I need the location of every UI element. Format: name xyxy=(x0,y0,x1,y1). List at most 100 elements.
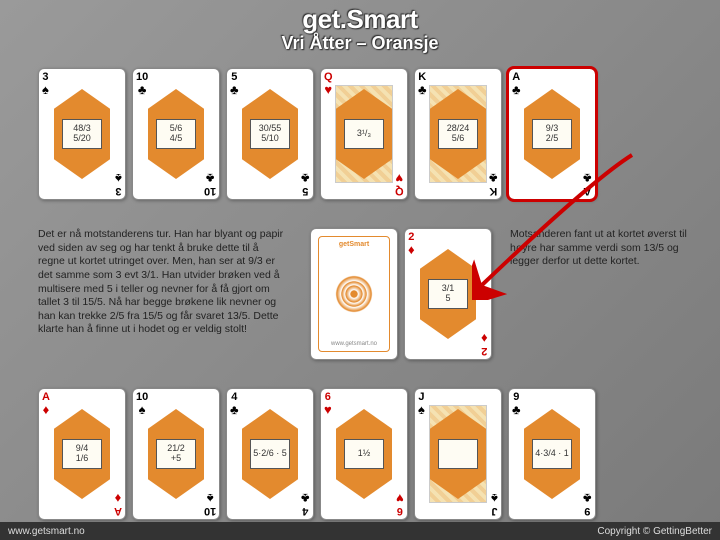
card-corner-top: A♦ xyxy=(42,392,50,416)
card-back[interactable]: getSmartwww.getsmart.no xyxy=(310,228,398,360)
playing-card[interactable]: 5♣30/55 5/105♣ xyxy=(226,68,314,200)
card-corner-top: 2♦ xyxy=(408,232,415,256)
footer-copyright: Copyright © GettingBetter xyxy=(597,526,712,537)
card-corner-top: 6♥ xyxy=(324,392,332,416)
playing-card[interactable]: 4♣5·2/6 · 54♣ xyxy=(226,388,314,520)
card-hex-icon: 9/3 2/5 xyxy=(524,89,580,179)
card-corner-bottom: 5♣ xyxy=(301,172,310,196)
card-rank: J xyxy=(491,505,497,517)
card-center xyxy=(429,405,487,503)
paragraph-left: Det er nå motstanderens tur. Han har bly… xyxy=(38,228,288,337)
card-rank: 2 xyxy=(482,345,488,357)
card-center: 21/2 +5 xyxy=(147,405,205,503)
card-rank: K xyxy=(490,185,498,197)
playing-card[interactable]: J♠J♠ xyxy=(414,388,502,520)
playing-card[interactable]: A♦9/4 1/6A♦ xyxy=(38,388,126,520)
playing-card[interactable]: 9♣ 4·3/4 · 1 9♣ xyxy=(508,388,596,520)
playing-card[interactable]: 2♦3/1 52♦ xyxy=(404,228,492,360)
card-suit-icon: ♣ xyxy=(418,83,427,96)
card-suit-icon: ♣ xyxy=(489,172,498,185)
card-rank: 4 xyxy=(303,505,309,517)
card-corner-top: K♣ xyxy=(418,72,427,96)
card-rank: 3 xyxy=(115,185,121,197)
card-corner-top: Q♥ xyxy=(324,72,333,96)
playing-card[interactable]: 10♠21/2 +510♠ xyxy=(132,388,220,520)
card-fraction: 4·3/4 · 1 xyxy=(532,439,572,469)
card-fraction: 30/55 5/10 xyxy=(250,119,290,149)
card-hex-icon: 30/55 5/10 xyxy=(242,89,298,179)
card-center: 30/55 5/10 xyxy=(241,85,299,183)
playing-card[interactable]: Q♥3¹/₃Q♥ xyxy=(320,68,408,200)
card-suit-icon: ♥ xyxy=(396,492,404,505)
page-subtitle: Vri Åtter – Oransje xyxy=(0,33,720,54)
card-row-mid: getSmartwww.getsmart.no2♦3/1 52♦ xyxy=(310,228,492,360)
card-center: 9/3 2/5 xyxy=(523,85,581,183)
card-suit-icon: ♣ xyxy=(512,83,521,96)
playing-card[interactable]: 10♣ 5/6 4/5 10♣ xyxy=(132,68,220,200)
card-center: 3¹/₃ xyxy=(335,85,393,183)
card-suit-icon: ♣ xyxy=(230,83,239,96)
card-rank: 10 xyxy=(204,185,216,197)
card-corner-bottom: 10♣ xyxy=(204,172,216,196)
card-rank: 5 xyxy=(303,185,309,197)
page-title: get.Smart xyxy=(0,4,720,35)
card-suit-icon: ♣ xyxy=(204,172,216,185)
card-suit-icon: ♣ xyxy=(583,172,592,185)
card-rank: 6 xyxy=(397,505,403,517)
playing-card[interactable]: 3♠48/3 5/203♠ xyxy=(38,68,126,200)
card-corner-bottom: A♦ xyxy=(114,492,122,516)
card-suit-icon: ♣ xyxy=(301,172,310,185)
card-hex-icon xyxy=(430,409,486,499)
card-suit-icon: ♠ xyxy=(418,403,425,416)
card-fraction: 28/24 5/6 xyxy=(438,119,478,149)
card-row-top: 3♠48/3 5/203♠10♣5/6 4/510♣5♣30/55 5/105♣… xyxy=(38,68,596,200)
card-hex-icon: 1½ xyxy=(336,409,392,499)
card-suit-icon: ♠ xyxy=(115,172,122,185)
header: get.Smart Vri Åtter – Oransje xyxy=(0,0,720,54)
card-rank: 9 xyxy=(585,505,591,517)
card-corner-top: 5♣ xyxy=(230,72,239,96)
card-corner-bottom: 2♦ xyxy=(481,332,488,356)
card-hex-icon: 5·2/6 · 5 xyxy=(242,409,298,499)
card-suit-icon: ♣ xyxy=(583,492,592,505)
footer-url: www.getsmart.no xyxy=(8,526,85,537)
playing-card[interactable]: 6♥1½6♥ xyxy=(320,388,408,520)
card-center: 48/3 5/20 xyxy=(53,85,111,183)
card-suit-icon: ♥ xyxy=(324,83,333,96)
card-corner-bottom: J♠ xyxy=(491,492,498,516)
card-center: 5·2/6 · 5 xyxy=(241,405,299,503)
card-corner-top: J♠ xyxy=(418,392,425,416)
card-back-brand: getSmart xyxy=(339,241,369,248)
card-hex-icon: 3/1 5 xyxy=(420,249,476,339)
card-rank: Q xyxy=(395,185,404,197)
card-hex-icon: 3¹/₃ xyxy=(336,89,392,179)
card-hex-icon: 5/6 4/5 xyxy=(148,89,204,179)
card-corner-bottom: 10♠ xyxy=(204,492,216,516)
card-center: 5/6 4/5 xyxy=(147,85,205,183)
card-row-bottom: A♦9/4 1/6A♦10♠21/2 +510♠4♣5·2/6 · 54♣6♥1… xyxy=(38,388,596,520)
card-suit-icon: ♠ xyxy=(42,83,49,96)
card-corner-top: A♣ xyxy=(512,72,521,96)
card-rank: 10 xyxy=(204,505,216,517)
playing-card[interactable]: K♣28/24 5/6K♣ xyxy=(414,68,502,200)
card-center: 4·3/4 · 1 xyxy=(523,405,581,503)
playing-card[interactable]: A♣9/3 2/5A♣ xyxy=(508,68,596,200)
card-fraction: 48/3 5/20 xyxy=(62,119,102,149)
card-corner-bottom: Q♥ xyxy=(395,172,404,196)
card-corner-bottom: 9♣ xyxy=(583,492,592,516)
card-corner-top: 4♣ xyxy=(230,392,239,416)
card-corner-top: 9♣ xyxy=(512,392,521,416)
card-fraction: 5/6 4/5 xyxy=(156,119,196,149)
card-hex-icon: 48/3 5/20 xyxy=(54,89,110,179)
card-suit-icon: ♠ xyxy=(491,492,498,505)
card-suit-icon: ♣ xyxy=(301,492,310,505)
card-corner-bottom: 3♠ xyxy=(115,172,122,196)
card-hex-icon: 21/2 +5 xyxy=(148,409,204,499)
card-fraction: 3/1 5 xyxy=(428,279,468,309)
card-center: 28/24 5/6 xyxy=(429,85,487,183)
card-suit-icon: ♦ xyxy=(408,243,415,256)
card-fraction: 3¹/₃ xyxy=(344,119,384,149)
card-rank: A xyxy=(114,505,122,517)
card-back-pattern: getSmartwww.getsmart.no xyxy=(318,236,390,352)
card-suit-icon: ♠ xyxy=(204,492,216,505)
